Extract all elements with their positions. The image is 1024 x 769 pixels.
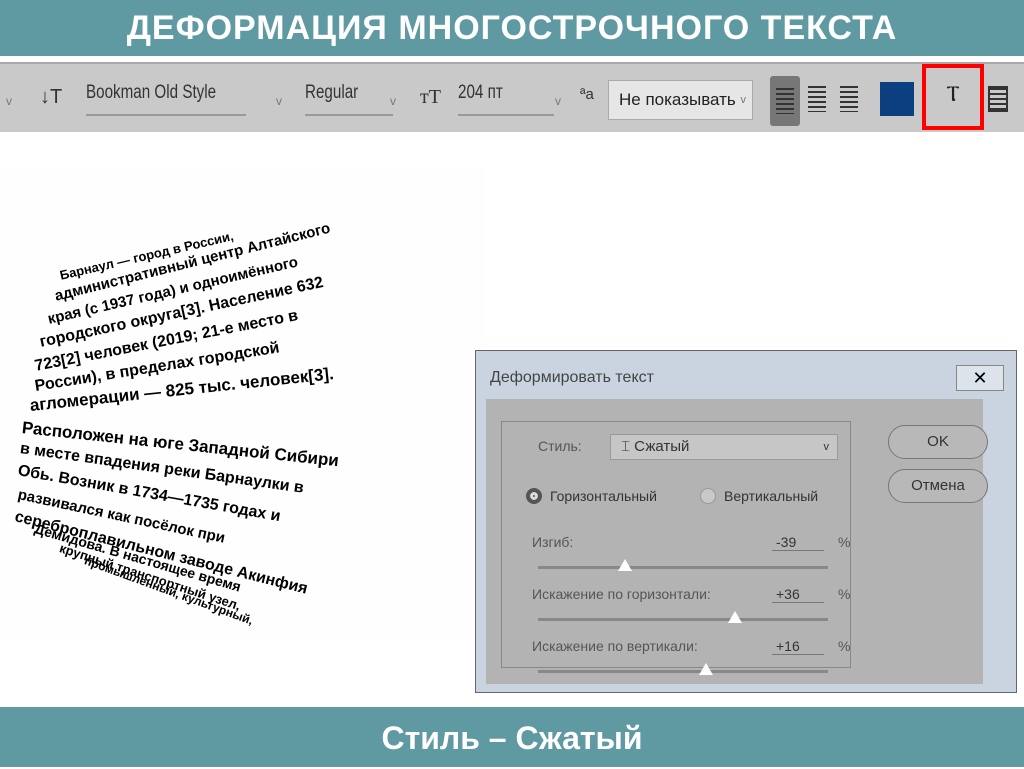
align-center-button[interactable] [808, 86, 826, 112]
warp-text-button[interactable]: Ⲧ [922, 64, 984, 130]
dialog-body: Стиль: ⌶ Сжатый v Горизонтальный Вертикал… [486, 399, 988, 684]
cancel-button[interactable]: Отмена [888, 469, 988, 503]
chevron-down-icon[interactable]: v [6, 94, 12, 108]
antialias-select[interactable]: Не показывать v [608, 80, 753, 120]
chevron-down-icon: v [823, 441, 830, 453]
squeeze-icon: ⌶ [621, 438, 635, 455]
style-value: Сжатый [634, 438, 690, 455]
bend-unit: % [838, 534, 851, 550]
vdist-input[interactable]: +16 [772, 638, 824, 655]
chevron-down-icon[interactable]: v [390, 94, 396, 108]
vertical-radio[interactable] [700, 488, 716, 504]
text-color-swatch[interactable] [880, 82, 914, 116]
vdist-slider[interactable] [538, 663, 828, 675]
vdist-unit: % [838, 638, 851, 654]
hdist-unit: % [838, 586, 851, 602]
antialias-value: Не показывать [619, 90, 736, 109]
warp-text-icon: Ⲧ [946, 81, 960, 106]
vertical-label: Вертикальный [724, 488, 819, 504]
horizontal-label: Горизонтальный [550, 488, 657, 504]
dialog-title: Деформировать текст [490, 369, 654, 386]
character-panel-button[interactable] [988, 86, 1008, 112]
font-size-icon: тT [420, 86, 441, 108]
font-style-value: Regular [305, 82, 359, 103]
hdist-label: Искажение по горизонтали: [532, 586, 711, 602]
font-family-value: Bookman Old Style [86, 82, 217, 103]
bend-slider-thumb[interactable] [618, 559, 632, 571]
hdist-input[interactable]: +36 [772, 586, 824, 603]
document-canvas[interactable]: Барнаул — город в России, административны… [0, 168, 485, 638]
bend-input[interactable]: -39 [772, 534, 824, 551]
align-right-button[interactable] [840, 86, 858, 112]
bend-label: Изгиб: [532, 534, 574, 550]
options-toolbar: v ↓T Bookman Old Style v Regular v тT 20… [0, 62, 1024, 132]
chevron-down-icon[interactable]: v [555, 94, 561, 108]
chevron-down-icon[interactable]: v [276, 94, 282, 108]
hdist-slider[interactable] [538, 611, 828, 623]
warp-text-dialog: Деформировать текст ✕ Стиль: ⌶ Сжатый v Г… [475, 350, 1017, 693]
align-left-icon [776, 88, 794, 114]
hdist-slider-thumb[interactable] [728, 611, 742, 623]
chevron-down-icon: v [740, 94, 747, 106]
slide-caption: Стиль – Сжатый [0, 707, 1024, 767]
antialias-icon: ªa [580, 86, 594, 103]
vdist-label: Искажение по вертикали: [532, 638, 698, 654]
close-button[interactable]: ✕ [956, 365, 1004, 391]
vdist-slider-thumb[interactable] [699, 663, 713, 675]
font-size-value: 204 пт [458, 82, 503, 103]
bend-slider[interactable] [538, 559, 828, 571]
text-orientation-icon[interactable]: ↓T [40, 86, 62, 109]
horizontal-radio[interactable] [526, 488, 542, 504]
align-left-button[interactable] [770, 76, 800, 126]
ok-button[interactable]: OK [888, 425, 988, 459]
settings-group: Стиль: ⌶ Сжатый v Горизонтальный Вертикал… [501, 421, 851, 675]
font-size-select[interactable]: 204 пт [458, 82, 554, 116]
style-select[interactable]: ⌶ Сжатый v [610, 434, 838, 460]
font-family-select[interactable]: Bookman Old Style [86, 82, 246, 116]
font-style-select[interactable]: Regular [305, 82, 393, 116]
slide-title: ДЕФОРМАЦИЯ МНОГОСТРОЧНОГО ТЕКСТА [0, 0, 1024, 56]
style-label: Стиль: [538, 438, 582, 454]
